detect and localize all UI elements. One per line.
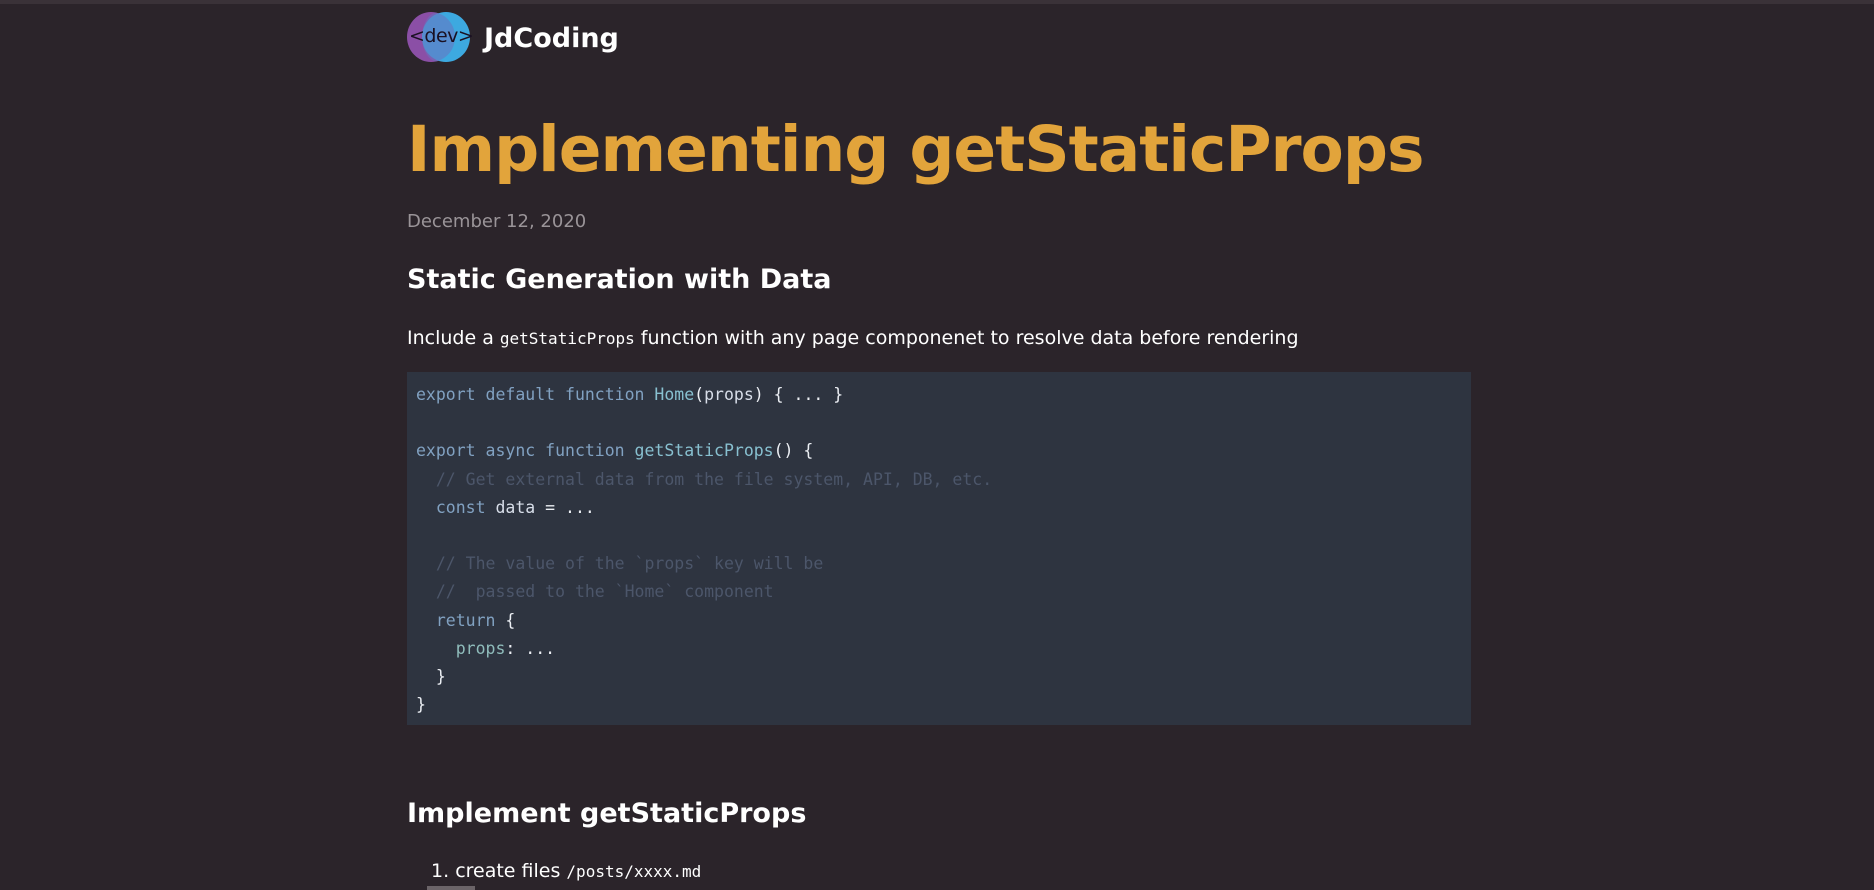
code-token: } bbox=[416, 666, 446, 686]
post-title: Implementing getStaticProps bbox=[407, 113, 1424, 186]
code-token: return bbox=[416, 610, 506, 630]
code-token: // Get external data from the file syste… bbox=[416, 469, 993, 489]
list-item: 1. create files /posts/xxxx.md bbox=[431, 860, 701, 882]
code-line: export async function getStaticProps() { bbox=[416, 437, 1462, 465]
list-item-number: 1. bbox=[431, 860, 450, 882]
site-name: JdCoding bbox=[484, 22, 619, 54]
code-line: } bbox=[416, 691, 1462, 719]
post-date: December 12, 2020 bbox=[407, 211, 587, 232]
code-token: // The value of the `props` key will be bbox=[416, 554, 824, 574]
code-token: // passed to the `Home` component bbox=[416, 582, 774, 602]
scroll-indicator bbox=[427, 886, 475, 890]
top-border bbox=[0, 0, 1874, 4]
code-token: export default function bbox=[416, 385, 655, 404]
code-line: // passed to the `Home` component bbox=[416, 578, 1462, 606]
list-item-code: /posts/xxxx.md bbox=[566, 862, 702, 881]
code-token: { bbox=[505, 610, 516, 630]
code-token: } bbox=[416, 695, 426, 715]
code-token: props bbox=[416, 638, 506, 658]
site-home-link[interactable]: <dev> JdCoding bbox=[407, 12, 619, 64]
code-line: const data = ... bbox=[416, 494, 1462, 522]
code-line: // The value of the `props` key will be bbox=[416, 550, 1462, 578]
intro-text-after: function with any page componenet to res… bbox=[634, 327, 1299, 349]
code-token: ) { ... } bbox=[753, 385, 844, 404]
code-token: getStaticProps bbox=[634, 441, 774, 461]
section-heading-implement: Implement getStaticProps bbox=[407, 798, 807, 829]
code-line: // Get external data from the file syste… bbox=[416, 466, 1462, 494]
list-item-text: create files bbox=[455, 860, 567, 882]
section-heading-static-generation: Static Generation with Data bbox=[407, 264, 832, 295]
code-line: props: ... bbox=[416, 635, 1462, 663]
code-line: export default function Home(props) { ..… bbox=[416, 381, 1462, 409]
dev-logo-icon: <dev> bbox=[407, 12, 474, 64]
code-token: ( bbox=[694, 385, 705, 404]
inline-code: getStaticProps bbox=[499, 329, 635, 348]
logo-text: <dev> bbox=[409, 25, 474, 47]
steps-list: 1. create files /posts/xxxx.md bbox=[431, 860, 701, 882]
code-token: Home bbox=[654, 385, 695, 404]
code-token: export async function bbox=[416, 441, 635, 461]
code-line: return { bbox=[416, 607, 1462, 635]
code-block: export default function Home(props) { ..… bbox=[407, 372, 1471, 725]
code-line: } bbox=[416, 663, 1462, 691]
intro-paragraph: Include a getStaticProps function with a… bbox=[407, 327, 1299, 349]
code-token: const bbox=[416, 497, 496, 517]
code-token: = ... bbox=[535, 497, 595, 517]
intro-text-before: Include a bbox=[407, 327, 500, 349]
code-token: data bbox=[495, 497, 536, 517]
code-token: : ... bbox=[505, 638, 556, 658]
code-token: props bbox=[704, 385, 754, 404]
code-token: () { bbox=[773, 441, 814, 461]
